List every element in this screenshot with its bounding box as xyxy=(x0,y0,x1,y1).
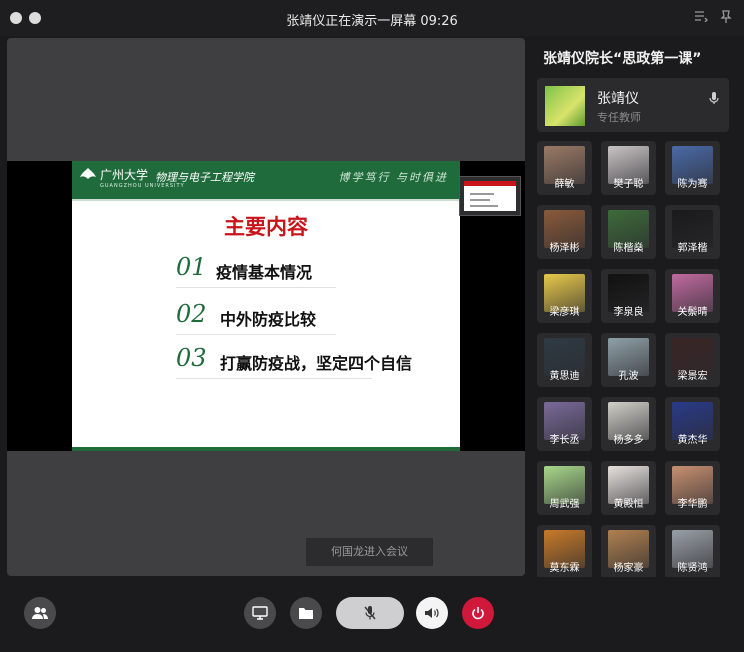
power-icon xyxy=(472,607,484,620)
participant-tile[interactable]: 莫东霖 xyxy=(537,525,592,577)
monitor-icon xyxy=(252,606,268,620)
participant-tile[interactable]: 杨家豪 xyxy=(601,525,656,577)
participant-name: 陈楷燊 xyxy=(613,243,644,254)
participant-tile[interactable]: 李泉良 xyxy=(601,269,656,323)
participant-tile[interactable]: 黄思迪 xyxy=(537,333,592,387)
participant-tile[interactable]: 陈楷燊 xyxy=(601,205,656,259)
thumbnail-bar xyxy=(464,181,516,186)
slide-header: 广州大学 GUANGZHOU UNIVERSITY 物理与电子工程学院 博学笃行… xyxy=(72,161,460,199)
folder-icon xyxy=(299,608,313,619)
join-notification: 何国龙进入会议 xyxy=(306,538,433,566)
slide-title: 主要内容 xyxy=(224,215,308,239)
participants-button[interactable] xyxy=(24,597,56,629)
participant-tile[interactable]: 梁景宏 xyxy=(665,333,720,387)
participant-name: 李华鹏 xyxy=(677,499,708,510)
participant-tile[interactable]: 孔波 xyxy=(601,333,656,387)
participant-tile[interactable]: 李华鹏 xyxy=(665,461,720,515)
thumbnail-preview xyxy=(464,181,516,211)
participant-name: 莫东霖 xyxy=(549,563,580,574)
thumbnail-line xyxy=(470,193,494,195)
participant-name: 李泉良 xyxy=(613,307,644,318)
list-icon[interactable] xyxy=(693,10,709,26)
participant-tile[interactable]: 陈为骞 xyxy=(665,141,720,195)
slide-item-text: 中外防疫比较 xyxy=(220,310,317,329)
host-avatar xyxy=(545,86,585,126)
participant-tile[interactable]: 郭泽楷 xyxy=(665,205,720,259)
participant-name: 关鬃晴 xyxy=(677,307,708,318)
participant-tile[interactable]: 关鬃晴 xyxy=(665,269,720,323)
host-card[interactable]: 张靖仪 专任教师 xyxy=(537,78,729,132)
slide-item-number: 03 xyxy=(176,344,207,372)
participant-name: 郭泽楷 xyxy=(677,243,708,254)
participant-tile[interactable]: 周武强 xyxy=(537,461,592,515)
screen-share-area: 广州大学 GUANGZHOU UNIVERSITY 物理与电子工程学院 博学笃行… xyxy=(7,38,525,576)
host-role: 专任教师 xyxy=(597,111,641,124)
presenter-thumbnail[interactable] xyxy=(459,176,521,216)
meeting-title: 张靖仪院长“思政第一课” xyxy=(543,51,702,67)
host-name: 张靖仪 xyxy=(597,91,639,107)
participant-tile[interactable]: 陈贤鸿 xyxy=(665,525,720,577)
thumbnail-line xyxy=(470,199,490,201)
microphone-muted-icon xyxy=(364,606,376,620)
mute-microphone-button[interactable] xyxy=(336,597,404,629)
participant-name: 孔波 xyxy=(618,371,639,382)
window-title: 张靖仪正在演示一屏幕 09:26 xyxy=(286,14,458,29)
participant-name: 李长丞 xyxy=(549,435,580,446)
slide-item: 02 中外防疫比较 xyxy=(176,294,336,335)
speaker-icon xyxy=(425,608,439,618)
participant-tile[interactable]: 李长丞 xyxy=(537,397,592,451)
thumbnail-line xyxy=(470,205,498,207)
school-name: 物理与电子工程学院 xyxy=(155,171,254,184)
participant-name: 薛敏 xyxy=(554,179,575,190)
slide-item-text: 疫情基本情况 xyxy=(216,263,313,282)
leave-meeting-button[interactable] xyxy=(462,597,494,629)
participant-name: 梁彦琪 xyxy=(549,307,580,318)
participant-tile[interactable]: 薛敏 xyxy=(537,141,592,195)
microphone-icon xyxy=(707,90,721,104)
university-name: 广州大学 xyxy=(100,168,149,182)
share-screen-button[interactable] xyxy=(244,597,276,629)
participant-name: 周武强 xyxy=(549,499,580,510)
participant-tile[interactable]: 黄杰华 xyxy=(665,397,720,451)
school-motto: 博学笃行 与时俱进 xyxy=(338,171,448,184)
slide-item-text: 打赢防疫战，坚定四个自信 xyxy=(220,354,413,373)
participant-grid: 薛敏 樊子聪 陈为骞杨泽彬 陈楷燊 郭泽楷梁彦琪 李泉良 关鬃晴黄思迪 孔波 梁景宏李长丞 杨多多… xyxy=(537,141,729,577)
title-bar: 张靖仪正在演示一屏幕 09:26 xyxy=(0,0,744,36)
participant-name: 陈为骞 xyxy=(677,179,708,190)
speaker-button[interactable] xyxy=(416,597,448,629)
participant-name: 黄殿恒 xyxy=(613,499,644,510)
participant-name: 杨多多 xyxy=(613,435,644,446)
participant-name: 陈贤鸿 xyxy=(677,563,708,574)
people-icon xyxy=(32,607,48,619)
slide-footer-bar xyxy=(72,447,460,451)
share-file-button[interactable] xyxy=(290,597,322,629)
participant-name: 杨泽彬 xyxy=(549,243,580,254)
participant-tile[interactable]: 梁彦琪 xyxy=(537,269,592,323)
participant-name: 黄杰华 xyxy=(677,435,708,446)
slide-item-number: 02 xyxy=(176,300,207,328)
shared-screen: 广州大学 GUANGZHOU UNIVERSITY 物理与电子工程学院 博学笃行… xyxy=(7,161,525,451)
slide-item-number: 01 xyxy=(176,253,207,281)
slide-item: 03 打赢防疫战，坚定四个自信 xyxy=(176,338,412,379)
participant-tile[interactable]: 樊子聪 xyxy=(601,141,656,195)
pin-icon[interactable] xyxy=(718,10,734,26)
participant-tile[interactable]: 黄殿恒 xyxy=(601,461,656,515)
participant-tile[interactable]: 杨泽彬 xyxy=(537,205,592,259)
slide-item: 01 疫情基本情况 xyxy=(176,247,336,288)
participant-name: 黄思迪 xyxy=(549,371,580,382)
participant-name: 梁景宏 xyxy=(677,371,708,382)
presentation-slide: 广州大学 GUANGZHOU UNIVERSITY 物理与电子工程学院 博学笃行… xyxy=(72,161,460,451)
slide-divider xyxy=(72,199,460,201)
participant-name: 杨家豪 xyxy=(613,563,644,574)
university-logo-icon xyxy=(78,166,98,186)
participant-tile[interactable]: 杨多多 xyxy=(601,397,656,451)
control-bar xyxy=(0,583,744,652)
participant-name: 樊子聪 xyxy=(613,179,644,190)
